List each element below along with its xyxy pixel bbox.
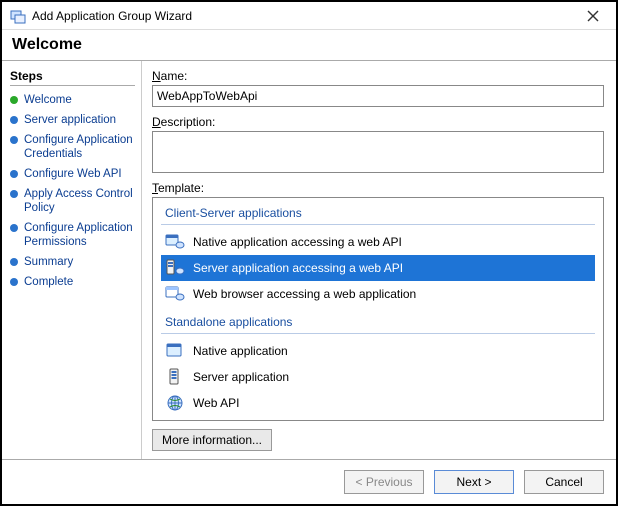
step-bullet-icon bbox=[10, 116, 18, 124]
step-bullet-icon bbox=[10, 258, 18, 266]
template-server-accessing-api[interactable]: Server application accessing a web API bbox=[161, 255, 595, 281]
next-button[interactable]: Next > bbox=[434, 470, 514, 494]
step-label: Server application bbox=[24, 113, 116, 127]
step-summary[interactable]: Summary bbox=[10, 252, 135, 272]
wizard-icon bbox=[10, 8, 26, 24]
page-title: Welcome bbox=[12, 36, 606, 54]
wizard-footer: < Previous Next > Cancel bbox=[2, 459, 616, 504]
window-title: Add Application Group Wizard bbox=[32, 9, 192, 23]
window-cloud-icon bbox=[165, 232, 185, 252]
step-bullet-icon bbox=[10, 224, 18, 232]
step-label: Summary bbox=[24, 255, 73, 269]
template-label: Web API bbox=[193, 396, 239, 410]
close-button[interactable] bbox=[578, 6, 608, 26]
step-bullet-icon bbox=[10, 96, 18, 104]
previous-button[interactable]: < Previous bbox=[344, 470, 424, 494]
template-web-api[interactable]: Web API bbox=[161, 390, 595, 416]
window-icon bbox=[165, 341, 185, 361]
step-label: Configure Web API bbox=[24, 167, 122, 181]
title-bar: Add Application Group Wizard bbox=[2, 2, 616, 30]
step-bullet-icon bbox=[10, 278, 18, 286]
header-band: Welcome bbox=[2, 30, 616, 61]
step-configure-credentials[interactable]: Configure Application Credentials bbox=[10, 130, 135, 164]
step-label: Welcome bbox=[24, 93, 72, 107]
globe-icon bbox=[165, 393, 185, 413]
server-cloud-icon bbox=[165, 258, 185, 278]
step-configure-permissions[interactable]: Configure Application Permissions bbox=[10, 218, 135, 252]
name-input[interactable] bbox=[152, 85, 604, 107]
template-server-application[interactable]: Server application bbox=[161, 364, 595, 390]
step-bullet-icon bbox=[10, 136, 18, 144]
template-group-client-server: Client-Server applications bbox=[161, 204, 595, 222]
step-label: Configure Application Credentials bbox=[24, 133, 135, 161]
wizard-body: Steps Welcome Server application Configu… bbox=[2, 61, 616, 459]
steps-heading: Steps bbox=[10, 69, 135, 86]
template-label: Web browser accessing a web application bbox=[193, 287, 416, 301]
template-label: Server application accessing a web API bbox=[193, 261, 403, 275]
template-list[interactable]: Client-Server applications Native applic… bbox=[152, 197, 604, 421]
step-complete[interactable]: Complete bbox=[10, 272, 135, 292]
description-label: Description: bbox=[152, 115, 604, 129]
template-group-standalone: Standalone applications bbox=[161, 313, 595, 331]
more-information-button[interactable]: More information... bbox=[152, 429, 272, 451]
description-input[interactable] bbox=[152, 131, 604, 173]
step-access-control[interactable]: Apply Access Control Policy bbox=[10, 184, 135, 218]
step-label: Complete bbox=[24, 275, 73, 289]
step-server-application[interactable]: Server application bbox=[10, 110, 135, 130]
template-label: Native application bbox=[193, 344, 288, 358]
steps-sidebar: Steps Welcome Server application Configu… bbox=[2, 61, 142, 459]
browser-cloud-icon bbox=[165, 284, 185, 304]
step-bullet-icon bbox=[10, 170, 18, 178]
server-icon bbox=[165, 367, 185, 387]
content-pane: Name: Description: Template: Client-Serv… bbox=[142, 61, 616, 459]
step-label: Configure Application Permissions bbox=[24, 221, 135, 249]
step-configure-web-api[interactable]: Configure Web API bbox=[10, 164, 135, 184]
divider bbox=[161, 224, 595, 225]
template-browser-accessing-app[interactable]: Web browser accessing a web application bbox=[161, 281, 595, 307]
template-label: Server application bbox=[193, 370, 289, 384]
cancel-button[interactable]: Cancel bbox=[524, 470, 604, 494]
template-label: Template: bbox=[152, 181, 604, 195]
divider bbox=[161, 333, 595, 334]
step-bullet-icon bbox=[10, 190, 18, 198]
template-label: Native application accessing a web API bbox=[193, 235, 402, 249]
name-label: Name: bbox=[152, 69, 604, 83]
step-label: Apply Access Control Policy bbox=[24, 187, 135, 215]
template-native-application[interactable]: Native application bbox=[161, 338, 595, 364]
template-native-accessing-api[interactable]: Native application accessing a web API bbox=[161, 229, 595, 255]
step-welcome[interactable]: Welcome bbox=[10, 90, 135, 110]
